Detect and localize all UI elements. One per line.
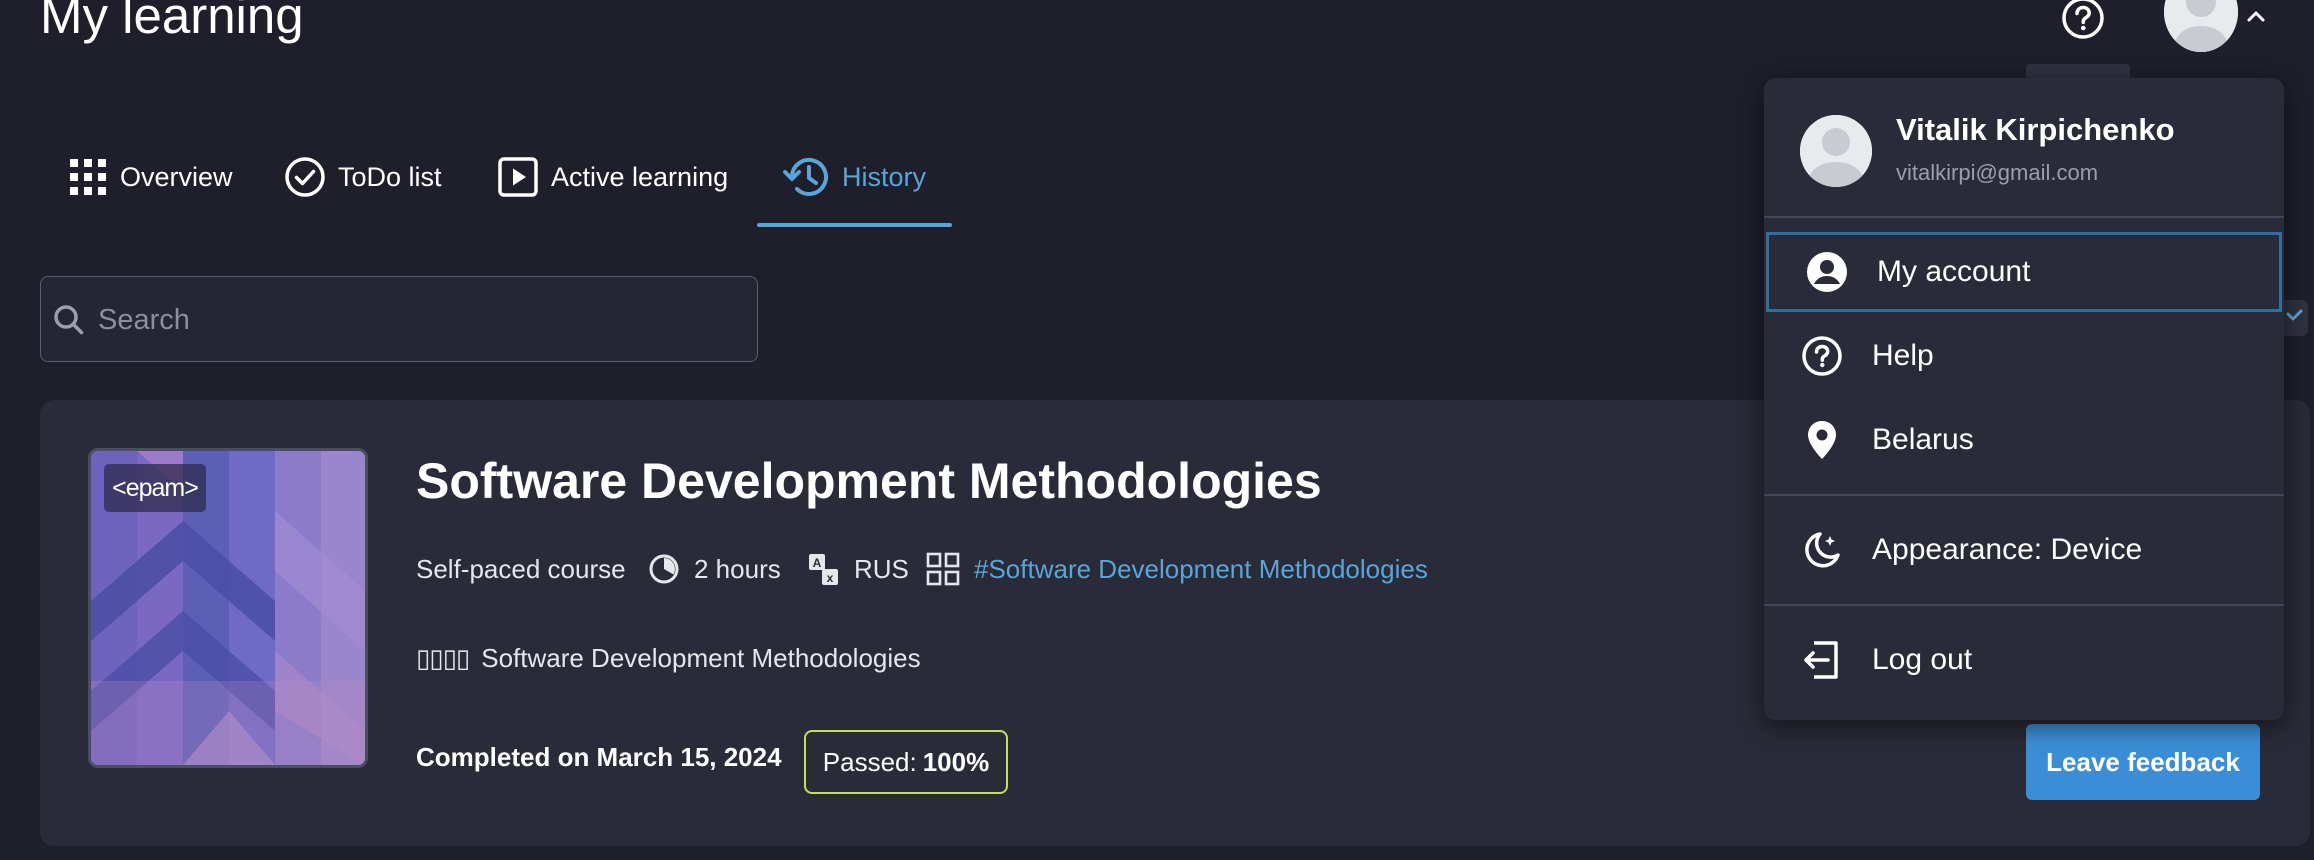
moon-icon [1800,528,1844,572]
tag-link[interactable]: #Software Development Methodologies [974,554,1428,585]
user-name: Vitalik Kirpichenko [1896,112,2175,147]
menu-item-label: Log out [1872,643,1973,676]
course-type: Self-paced course [416,553,626,584]
passed-value: 100% [922,746,990,777]
location-pin-icon [1800,418,1844,462]
language-text: RUS [854,553,909,584]
leave-feedback-button[interactable]: Leave feedback [2026,724,2260,800]
check-circle-icon [285,157,325,197]
person-icon [2164,0,2238,52]
search-icon [52,303,86,337]
svg-text:A: A [813,556,822,570]
course-language: A x RUS [808,548,909,590]
menu-divider [1764,604,2284,606]
clock-icon [649,554,679,584]
svg-text:x: x [827,571,834,585]
course-subtitle: ▯▯▯▯ Software Development Methodologies [416,638,921,678]
grid-icon [70,159,106,195]
course-duration: 2 hours [648,548,781,590]
tab-label: Overview [120,161,233,192]
tab-overview[interactable]: Overview [68,148,233,206]
tab-label: ToDo list [338,161,442,192]
course-title[interactable]: Software Development Methodologies [416,452,1322,510]
tab-active-learning[interactable]: Active learning [497,148,728,206]
course-tag[interactable]: #Software Development Methodologies [926,548,1428,590]
passed-label: Passed: [822,746,917,777]
menu-item-appearance[interactable]: Appearance: Device [1764,510,2284,590]
menu-item-help[interactable]: Help [1764,316,2284,396]
active-tab-indicator [757,223,952,227]
menu-user-avatar [1800,115,1872,187]
category-grid-icon [926,552,960,586]
page-title: My learning [40,0,304,44]
question-circle-icon [1800,334,1844,378]
search-input[interactable] [98,292,738,348]
epam-logo: <epam> [104,464,206,512]
menu-item-log-out[interactable]: Log out [1764,620,2284,700]
menu-item-label: Help [1872,339,1934,372]
play-square-icon [498,157,538,197]
logout-icon [1800,638,1844,682]
subtitle-text: Software Development Methodologies [481,642,921,673]
subtitle-glyphs: ▯▯▯▯ [416,642,470,673]
question-circle-icon [2062,0,2104,39]
menu-item-label: My account [1877,255,2031,288]
menu-item-label: Belarus [1872,423,1974,456]
translate-icon: A x [809,554,838,585]
completion-date: Completed on March 15, 2024 [416,742,782,772]
menu-divider [1764,494,2284,496]
user-email: vitalkirpi@gmail.com [1896,160,2099,185]
menu-item-my-account[interactable]: My account [1766,232,2282,312]
account-circle-icon [1805,250,1849,294]
tab-label: History [842,161,927,192]
tab-history[interactable]: History [782,148,926,206]
tab-todo-list[interactable]: ToDo list [284,148,442,206]
duration-text: 2 hours [694,553,781,584]
menu-item-region[interactable]: Belarus [1764,400,2284,480]
chevron-up-icon[interactable] [2244,5,2268,29]
person-icon [1800,115,1872,187]
tab-label: Active learning [551,161,729,192]
menu-item-label: Appearance: Device [1872,533,2143,566]
menu-divider [1764,216,2284,218]
history-icon [783,157,828,196]
user-avatar[interactable] [2164,0,2238,52]
passed-badge: Passed: 100% [804,730,1008,794]
help-button[interactable] [2061,0,2105,40]
